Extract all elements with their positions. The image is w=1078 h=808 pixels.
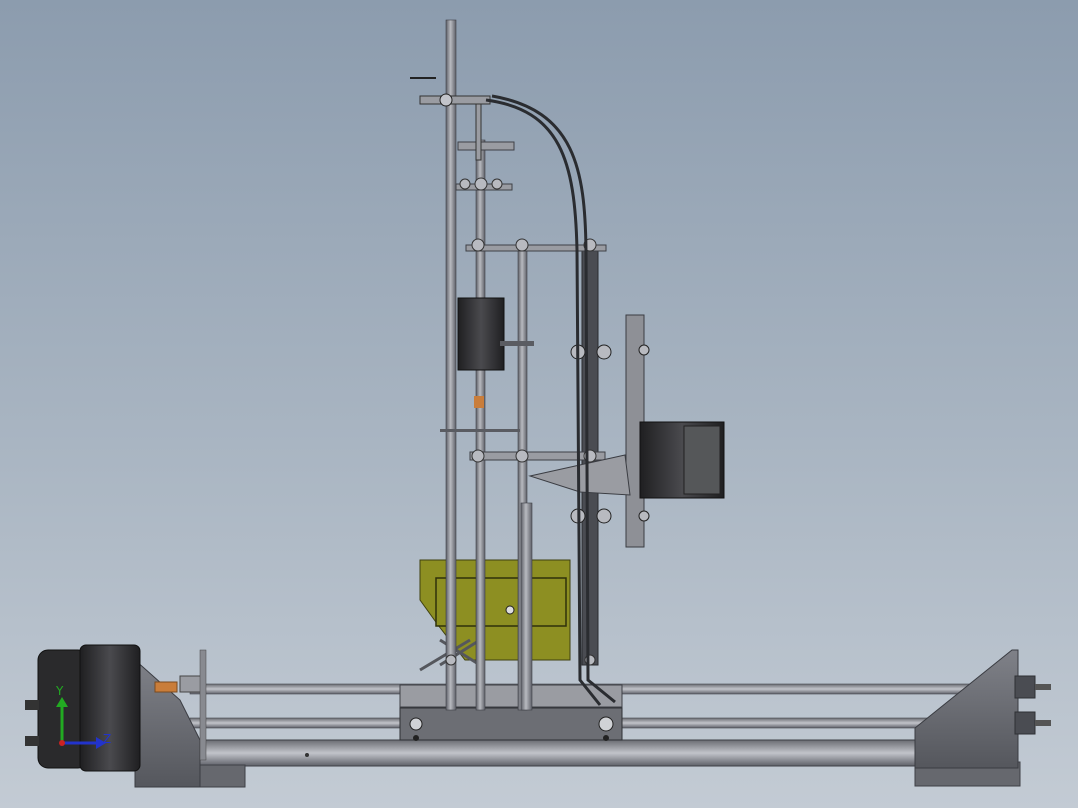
base-rail-frame[interactable] <box>134 739 1021 788</box>
extruder-motor[interactable] <box>528 314 725 548</box>
right-end-plate[interactable] <box>914 649 1051 769</box>
cad-viewport[interactable]: Y Z <box>0 0 1078 808</box>
z-axis-label: Z <box>103 732 111 746</box>
model-canvas[interactable] <box>0 0 1078 808</box>
y-axis-label: Y <box>55 684 64 698</box>
carriage-block[interactable] <box>399 684 623 741</box>
orientation-triad: Y Z <box>55 684 111 749</box>
olive-extruder-block[interactable] <box>419 559 571 672</box>
